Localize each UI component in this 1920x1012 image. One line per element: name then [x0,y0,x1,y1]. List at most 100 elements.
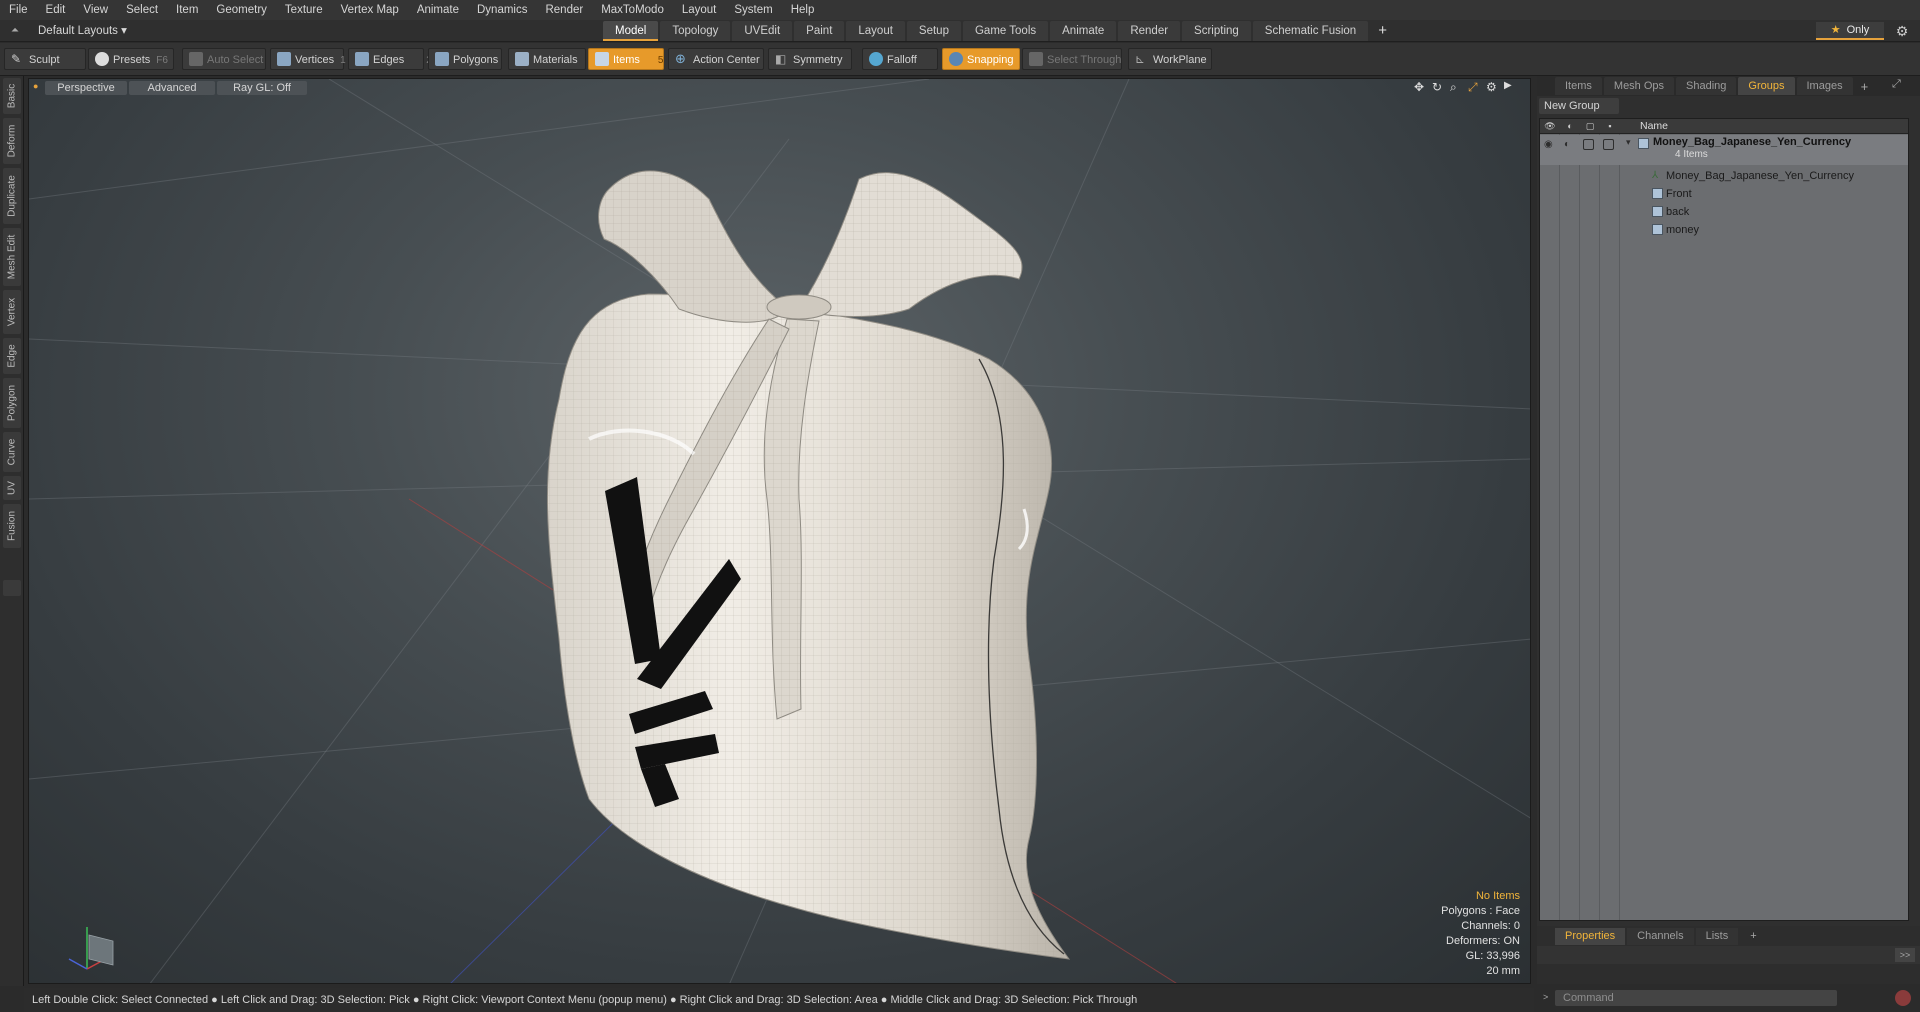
menu-vertex-map[interactable]: Vertex Map [332,0,408,20]
tab-mesh-edit[interactable]: Mesh Edit [3,228,21,286]
rotate-view-icon[interactable]: ↻ [1432,80,1442,94]
symmetry-button[interactable]: ◧ Symmetry [768,48,852,70]
menu-select[interactable]: Select [117,0,167,20]
tab-deform[interactable]: Deform [3,118,21,164]
add-properties-tab-icon[interactable]: + [1740,928,1766,945]
shading-dropdown[interactable]: Advanced [129,81,215,95]
tab-duplicate[interactable]: Duplicate [3,168,21,224]
select-through-icon [1029,52,1043,66]
tab-render[interactable]: Render [1118,21,1181,41]
polygons-button[interactable]: Polygons [428,48,502,70]
group-child-row[interactable]: Front [1540,185,1908,203]
lock-column-icon[interactable]: ▢ [1582,120,1598,132]
tab-uv[interactable]: UV [3,476,21,500]
move-view-icon[interactable]: ✥ [1414,80,1424,94]
menu-view[interactable]: View [74,0,117,20]
falloff-button[interactable]: Falloff [862,48,938,70]
add-panel-tab-icon[interactable]: + [1855,79,1875,94]
menu-file[interactable]: File [0,0,37,20]
group-icon [1638,138,1649,149]
view-type-dropdown[interactable]: Perspective [45,81,127,95]
layout-selector[interactable]: Default Layouts ▾ [28,22,137,40]
group-child-row[interactable]: ⅄ Money_Bag_Japanese_Yen_Currency [1540,167,1908,185]
presets-button[interactable]: Presets F6 [88,48,174,70]
tab-fusion[interactable]: Fusion [3,504,21,548]
menu-animate[interactable]: Animate [408,0,468,20]
name-column-header[interactable]: Name [1640,119,1668,134]
groups-list[interactable]: 👁 ◐ ▢ ▪ Name ◉ ◐ ▾ Money_Bag_Japanese_Ye… [1539,118,1909,921]
3d-viewport[interactable]: ● Perspective Advanced Ray GL: Off ✥ ↻ ⌕… [28,78,1531,984]
fit-view-icon[interactable]: ⤢ [1468,80,1478,95]
raygl-toggle[interactable]: Ray GL: Off [217,81,307,95]
tab-layout[interactable]: Layout [846,21,905,41]
add-tab-icon[interactable]: + [1370,21,1395,41]
command-input[interactable]: Command [1555,990,1837,1006]
expand-panel-icon[interactable]: ⤢ [1892,78,1901,91]
collapse-icon[interactable]: ⏶ [8,23,22,39]
menu-item[interactable]: Item [167,0,207,20]
snapping-button[interactable]: Snapping [942,48,1020,70]
viewport-expand-icon[interactable]: ▶ [1504,80,1512,91]
tab-uvedit[interactable]: UVEdit [732,21,793,41]
items-button[interactable]: Items 5 [588,48,664,70]
tab-curve[interactable]: Curve [3,432,21,472]
select-through-button[interactable]: Select Through [1022,48,1122,70]
render-icon[interactable]: ◐ [1564,139,1570,150]
tab-mesh-ops[interactable]: Mesh Ops [1603,77,1675,95]
expand-properties-button[interactable]: >> [1895,948,1915,962]
action-center-button[interactable]: ⊕ Action Center [668,48,764,70]
vertices-button[interactable]: Vertices 1 [270,48,346,70]
tab-setup[interactable]: Setup [906,21,961,41]
zoom-view-icon[interactable]: ⌕ [1450,80,1457,95]
tab-edge[interactable]: Edge [3,338,21,374]
menu-render[interactable]: Render [536,0,592,20]
tab-items[interactable]: Items [1555,77,1602,95]
group-row[interactable]: ◉ ◐ ▾ Money_Bag_Japanese_Yen_Currency 4 … [1540,135,1908,165]
visibility-column-icon[interactable]: 👁 [1542,120,1558,132]
expand-arrow-icon[interactable]: ▾ [1626,137,1631,148]
tab-paint[interactable]: Paint [794,21,845,41]
lock-checkbox[interactable] [1583,139,1594,150]
edges-button[interactable]: Edges2 [348,48,432,70]
menu-texture[interactable]: Texture [276,0,332,20]
viewport-settings-icon[interactable]: ⚙ [1486,80,1497,94]
gear-icon[interactable]: ⚙ [1893,22,1911,40]
menu-geometry[interactable]: Geometry [207,0,276,20]
render-column-icon[interactable]: ◐ [1562,120,1578,132]
tab-shading[interactable]: Shading [1676,77,1737,95]
eye-icon[interactable]: ◉ [1544,139,1553,150]
tab-channels[interactable]: Channels [1627,928,1694,945]
tab-scripting[interactable]: Scripting [1182,21,1251,41]
tab-groups[interactable]: Groups [1738,77,1795,95]
tab-properties[interactable]: Properties [1555,928,1626,945]
collapse-toolbar-icon[interactable] [3,580,21,596]
menu-system[interactable]: System [725,0,781,20]
workplane-button[interactable]: ⊾ WorkPlane [1128,48,1212,70]
tab-images[interactable]: Images [1796,77,1853,95]
group-child-row[interactable]: money [1540,221,1908,239]
tab-polygon[interactable]: Polygon [3,378,21,428]
auto-select-button[interactable]: Auto Select [182,48,266,70]
menu-edit[interactable]: Edit [37,0,75,20]
tab-game-tools[interactable]: Game Tools [962,21,1049,41]
tab-basic[interactable]: Basic [3,78,21,114]
menu-help[interactable]: Help [782,0,824,20]
select-column-icon[interactable]: ▪ [1602,120,1618,132]
tab-animate[interactable]: Animate [1050,21,1117,41]
tab-model[interactable]: Model [603,21,659,41]
tab-schematic-fusion[interactable]: Schematic Fusion [1252,21,1369,41]
menu-dynamics[interactable]: Dynamics [468,0,536,20]
menu-maxtomodo[interactable]: MaxToModo [592,0,673,20]
only-toggle[interactable]: ★ Only [1816,22,1884,40]
materials-button[interactable]: Materials [508,48,586,70]
record-icon[interactable] [1895,990,1911,1006]
menu-layout[interactable]: Layout [673,0,726,20]
tab-topology[interactable]: Topology [660,21,731,41]
new-group-button[interactable]: New Group [1539,98,1619,114]
viewport-menu-icon[interactable]: ● [33,81,43,91]
select-checkbox[interactable] [1603,139,1614,150]
tab-lists[interactable]: Lists [1695,928,1739,945]
sculpt-button[interactable]: ✎ Sculpt [4,48,86,70]
tab-vertex[interactable]: Vertex [3,290,21,334]
group-child-row[interactable]: back [1540,203,1908,221]
